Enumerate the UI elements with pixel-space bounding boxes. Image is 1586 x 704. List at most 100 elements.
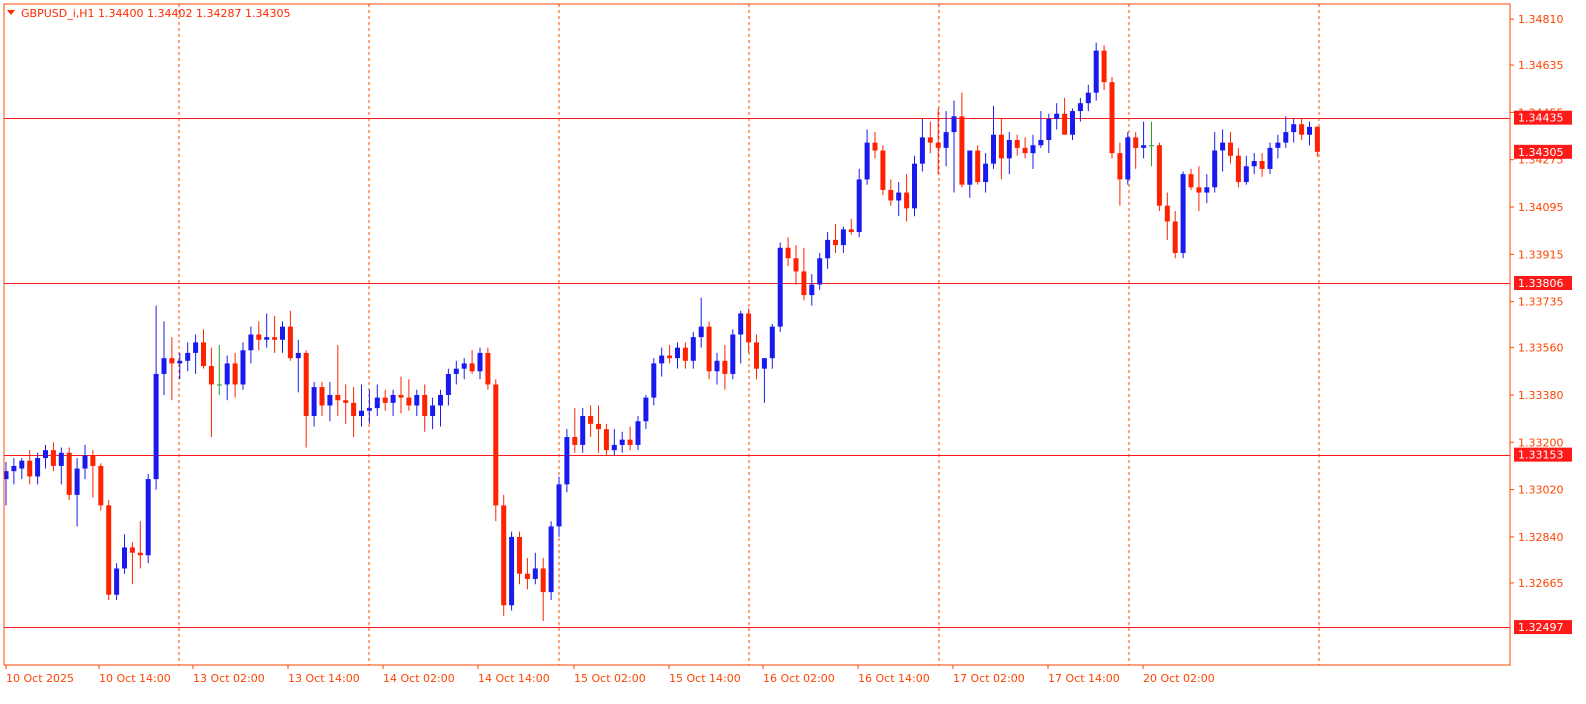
candle-body [548, 526, 554, 593]
candle-body [817, 258, 823, 285]
y-tick-label: 1.34635 [1518, 59, 1564, 72]
candle-body [643, 397, 649, 422]
candle-body [904, 192, 910, 209]
candle-body [98, 465, 104, 506]
chart-window[interactable]: 1.348101.346351.344551.342751.340951.339… [0, 0, 1586, 700]
candle-body [777, 247, 783, 327]
candle-body [122, 547, 127, 569]
price-label-text: 1.32497 [1518, 621, 1564, 634]
candle-body [90, 455, 96, 466]
candle-body [161, 358, 167, 374]
candle-body [603, 429, 609, 451]
candle-body [619, 439, 625, 445]
candle [912, 155, 917, 217]
price-chart[interactable]: 1.348101.346351.344551.342751.340951.339… [0, 0, 1586, 700]
candle-body [967, 150, 973, 185]
candle-body [193, 342, 199, 353]
candle-body [856, 179, 862, 232]
candle-body [185, 352, 191, 361]
candle-body [272, 337, 278, 340]
candle-body [580, 415, 586, 445]
candle-body [746, 313, 752, 343]
candle-body [406, 397, 412, 406]
candle-body [374, 397, 380, 409]
candle-body [1156, 145, 1162, 206]
candle-body [959, 116, 965, 185]
candle-body [319, 387, 325, 406]
candle-body [1117, 153, 1123, 180]
candle-body [943, 132, 949, 148]
candle-body [422, 394, 428, 416]
candle-body [280, 326, 285, 340]
x-tick-label: 13 Oct 14:00 [288, 672, 360, 685]
candle-body [453, 368, 459, 374]
x-tick-label: 17 Oct 02:00 [953, 672, 1025, 685]
x-tick-label: 17 Oct 14:00 [1048, 672, 1120, 685]
candle-body [445, 373, 451, 395]
candle [817, 253, 823, 290]
candle-body [335, 394, 341, 401]
candle-body [153, 373, 159, 480]
candle-body [864, 142, 870, 180]
x-tick-label: 15 Oct 14:00 [669, 672, 741, 685]
candle-body [1314, 126, 1320, 152]
candle [975, 145, 981, 185]
price-label-text: 1.34435 [1518, 112, 1564, 125]
level-price-label: 1.32497 [1514, 620, 1572, 635]
candle-body [919, 137, 925, 164]
candle-body [793, 258, 799, 272]
candle-body [1243, 166, 1249, 183]
candle-body [659, 355, 665, 364]
candle-body [1125, 137, 1131, 180]
candle-body [256, 334, 262, 340]
candle-body [761, 358, 767, 369]
candle-body [50, 450, 56, 466]
candle-body [840, 229, 846, 246]
candle [564, 429, 570, 493]
candle-body [27, 460, 33, 477]
candle [1093, 42, 1099, 101]
candle-body [1291, 124, 1297, 133]
candle-body [532, 568, 538, 579]
candle [66, 447, 72, 501]
candle-body [414, 394, 420, 406]
candle-body [208, 366, 214, 385]
candle-body [1275, 142, 1281, 148]
plot-background [0, 0, 1586, 700]
candle-body [232, 363, 238, 385]
candle-body [1212, 150, 1218, 188]
symbol-header[interactable]: GBPUSD_i,H1 1.34400 1.34402 1.34287 1.34… [7, 7, 290, 20]
candle-body [1283, 132, 1289, 143]
candle-body [35, 458, 41, 477]
candle-body [556, 484, 562, 527]
y-tick-label: 1.34810 [1518, 13, 1564, 26]
candle-body [114, 568, 120, 595]
candle-body [927, 137, 933, 143]
candle-body [1014, 139, 1020, 148]
candle-body [287, 326, 293, 359]
candle-body [1196, 187, 1202, 193]
x-tick-label: 16 Oct 14:00 [858, 672, 930, 685]
candle-body [596, 423, 601, 430]
y-tick-label: 1.32665 [1518, 577, 1564, 590]
candle-body [177, 360, 183, 364]
candle-body [216, 384, 222, 386]
candle-body [1235, 155, 1241, 183]
candle-body [730, 334, 736, 374]
candle-body [295, 352, 301, 359]
candle [106, 500, 112, 600]
candle-body [303, 352, 309, 416]
x-tick-label: 14 Oct 02:00 [383, 672, 455, 685]
candle-body [1172, 221, 1178, 254]
candle [730, 329, 736, 380]
y-tick-label: 1.33735 [1518, 296, 1564, 309]
candle-body [366, 408, 372, 411]
candle [1180, 171, 1186, 259]
x-tick-label: 15 Oct 02:00 [574, 672, 646, 685]
candle-body [477, 352, 483, 372]
candle-body [1030, 145, 1036, 154]
candle-body [722, 360, 728, 374]
candle-body [785, 247, 791, 259]
candle-body [1188, 174, 1194, 188]
x-tick-label: 13 Oct 02:00 [193, 672, 265, 685]
